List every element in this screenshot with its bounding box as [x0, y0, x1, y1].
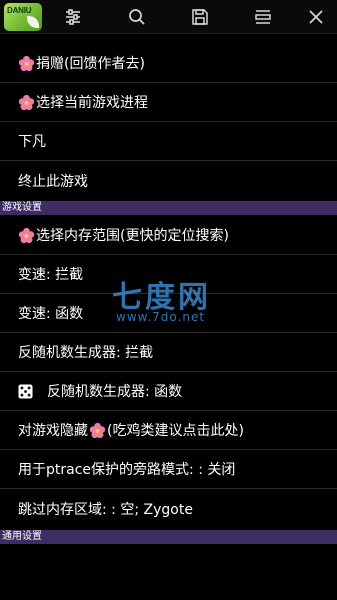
ptrace-bypass-item[interactable]: 用于ptrace保护的旁路模式: : 关闭	[0, 450, 337, 489]
flower-icon	[89, 422, 106, 438]
top-toolbar: DANIU	[0, 0, 337, 34]
app-logo[interactable]: DANIU	[4, 3, 42, 31]
flower-icon	[18, 55, 35, 71]
donate-label: 捐赠(回馈作者去)	[36, 56, 145, 72]
anti-random-intercept-item[interactable]: 反随机数生成器: 拦截	[0, 333, 337, 372]
terminate-label: 终止此游戏	[18, 173, 88, 190]
memory-range-label: 选择内存范围(更快的定位搜索)	[36, 228, 229, 244]
section-header-game-settings: 游戏设置	[0, 201, 337, 215]
memory-range-item[interactable]: 选择内存范围(更快的定位搜索)	[0, 216, 337, 255]
save-icon[interactable]	[178, 0, 222, 34]
dice-icon	[18, 383, 33, 399]
sliders-icon[interactable]	[51, 0, 95, 34]
flower-icon	[18, 94, 35, 110]
section-header-general-settings: 通用设置	[0, 530, 337, 544]
anti-random-function-label: 反随机数生成器: 函数	[47, 384, 183, 400]
xiafan-item[interactable]: 下凡	[0, 122, 337, 161]
terminate-game-item[interactable]: 终止此游戏	[0, 161, 337, 200]
skip-memory-label: 跳过内存区域: : 空; Zygote	[18, 501, 193, 518]
hide-prefix-label: 对游戏隐藏	[18, 423, 88, 439]
speed-intercept-label: 变速: 拦截	[18, 267, 84, 283]
flower-icon	[18, 227, 35, 243]
close-icon[interactable]	[294, 0, 337, 34]
ptrace-bypass-label: 用于ptrace保护的旁路模式: : 关闭	[18, 462, 236, 478]
anti-random-intercept-label: 反随机数生成器: 拦截	[18, 345, 154, 361]
select-process-label: 选择当前游戏进程	[36, 95, 148, 111]
leaf-icon	[27, 16, 39, 28]
speed-function-label: 变速: 函数	[18, 306, 84, 322]
hide-suffix-label: (吃鸡类建议点击此处)	[107, 423, 244, 439]
select-process-item[interactable]: 选择当前游戏进程	[0, 83, 337, 122]
logo-text: DANIU	[7, 6, 32, 15]
list-edit-icon[interactable]	[241, 0, 285, 34]
anti-random-function-item[interactable]: 反随机数生成器: 函数	[0, 372, 337, 411]
speed-intercept-item[interactable]: 变速: 拦截	[0, 255, 337, 294]
search-icon[interactable]	[115, 0, 159, 34]
hide-from-game-item[interactable]: 对游戏隐藏 (吃鸡类建议点击此处)	[0, 411, 337, 450]
xiafan-label: 下凡	[18, 134, 46, 150]
speed-function-item[interactable]: 变速: 函数	[0, 294, 337, 333]
donate-item[interactable]: 捐赠(回馈作者去)	[0, 44, 337, 83]
skip-memory-item[interactable]: 跳过内存区域: : 空; Zygote	[0, 489, 337, 528]
